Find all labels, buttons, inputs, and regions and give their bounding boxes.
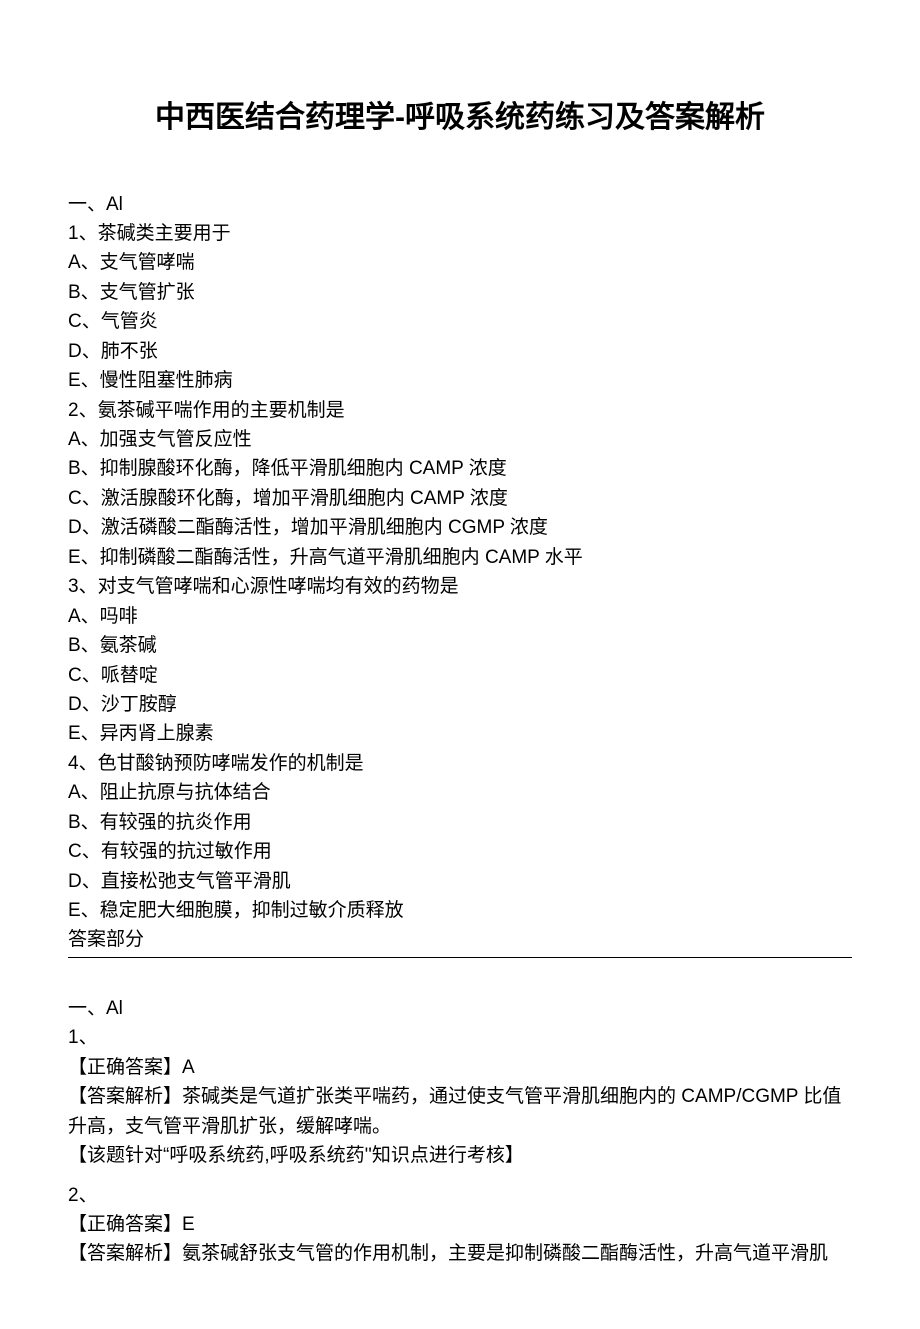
question-option: D、沙丁胺醇 bbox=[68, 690, 852, 719]
question-option: A、阻止抗原与抗体结合 bbox=[68, 778, 852, 807]
question-option: B、氨茶碱 bbox=[68, 631, 852, 660]
question-option: D、肺不张 bbox=[68, 337, 852, 366]
question-option: E、稳定肥大细胞膜，抑制过敏介质释放 bbox=[68, 896, 852, 925]
answer-point: 【该题针对“呼吸系统药,呼吸系统药''知识点进行考核】 bbox=[68, 1141, 852, 1170]
question-option: A、支气管哮喘 bbox=[68, 248, 852, 277]
answer-explain: 【答案解析】茶碱类是气道扩张类平喘药，通过使支气管平滑肌细胞内的 CAMP/CG… bbox=[68, 1082, 852, 1141]
question-option: B、抑制腺酸环化酶，降低平滑肌细胞内 CAMP 浓度 bbox=[68, 454, 852, 483]
answer-correct: 【正确答案】A bbox=[68, 1053, 852, 1082]
question-option: C、气管炎 bbox=[68, 307, 852, 336]
question-option: E、异丙肾上腺素 bbox=[68, 719, 852, 748]
question-number: 4、 bbox=[68, 753, 98, 774]
answer-correct-label: 【正确答案】 bbox=[68, 1214, 182, 1235]
section-header-1: 一、Al bbox=[68, 190, 852, 219]
question-stem: 3、对支气管哮喘和心源性哮喘均有效的药物是 bbox=[68, 572, 852, 601]
answer-explain-text: 茶碱类是气道扩张类平喘药，通过使支气管平滑肌细胞内的 CAMP/CGMP 比值升… bbox=[68, 1086, 841, 1136]
question-text: 茶碱类主要用于 bbox=[98, 223, 231, 244]
question-stem: 2、氨茶碱平喘作用的主要机制是 bbox=[68, 396, 852, 425]
question-option: C、有较强的抗过敏作用 bbox=[68, 837, 852, 866]
question-option: E、慢性阻塞性肺病 bbox=[68, 366, 852, 395]
question-number: 2、 bbox=[68, 400, 98, 421]
question-number: 3、 bbox=[68, 576, 98, 597]
question-option: A、吗啡 bbox=[68, 602, 852, 631]
question-text: 氨茶碱平喘作用的主要机制是 bbox=[98, 400, 345, 421]
answer-number: 1、 bbox=[68, 1023, 852, 1052]
answer-explain: 【答案解析】氨茶碱舒张支气管的作用机制，主要是抑制磷酸二酯酶活性，升高气道平滑肌 bbox=[68, 1239, 852, 1268]
question-option: A、加强支气管反应性 bbox=[68, 425, 852, 454]
question-option: C、激活腺酸环化酶，增加平滑肌细胞内 CAMP 浓度 bbox=[68, 484, 852, 513]
answers-section-label: 答案部分 bbox=[68, 925, 852, 954]
question-text: 对支气管哮喘和心源性哮喘均有效的药物是 bbox=[98, 576, 459, 597]
section-divider bbox=[68, 957, 852, 958]
question-text: 色甘酸钠预防哮喘发作的机制是 bbox=[98, 753, 364, 774]
question-option: E、抑制磷酸二酯酶活性，升高气道平滑肌细胞内 CAMP 水平 bbox=[68, 543, 852, 572]
answer-explain-label: 【答案解析】 bbox=[68, 1243, 182, 1264]
answer-explain-label: 【答案解析】 bbox=[68, 1086, 182, 1107]
question-stem: 1、茶碱类主要用于 bbox=[68, 219, 852, 248]
answer-number: 2、 bbox=[68, 1181, 852, 1210]
question-option: B、支气管扩张 bbox=[68, 278, 852, 307]
answer-explain-text: 氨茶碱舒张支气管的作用机制，主要是抑制磷酸二酯酶活性，升高气道平滑肌 bbox=[182, 1243, 828, 1264]
section-header-2: 一、Al bbox=[68, 994, 852, 1023]
question-option: D、直接松弛支气管平滑肌 bbox=[68, 867, 852, 896]
question-number: 1、 bbox=[68, 223, 98, 244]
question-stem: 4、色甘酸钠预防哮喘发作的机制是 bbox=[68, 749, 852, 778]
answer-correct-label: 【正确答案】 bbox=[68, 1057, 182, 1078]
answer-correct-value: A bbox=[182, 1057, 195, 1078]
page-title: 中西医结合药理学-呼吸系统药练习及答案解析 bbox=[68, 95, 852, 142]
answer-correct: 【正确答案】E bbox=[68, 1210, 852, 1239]
question-option: D、激活磷酸二酯酶活性，增加平滑肌细胞内 CGMP 浓度 bbox=[68, 513, 852, 542]
question-option: B、有较强的抗炎作用 bbox=[68, 808, 852, 837]
question-option: C、哌替啶 bbox=[68, 661, 852, 690]
answer-correct-value: E bbox=[182, 1214, 195, 1235]
